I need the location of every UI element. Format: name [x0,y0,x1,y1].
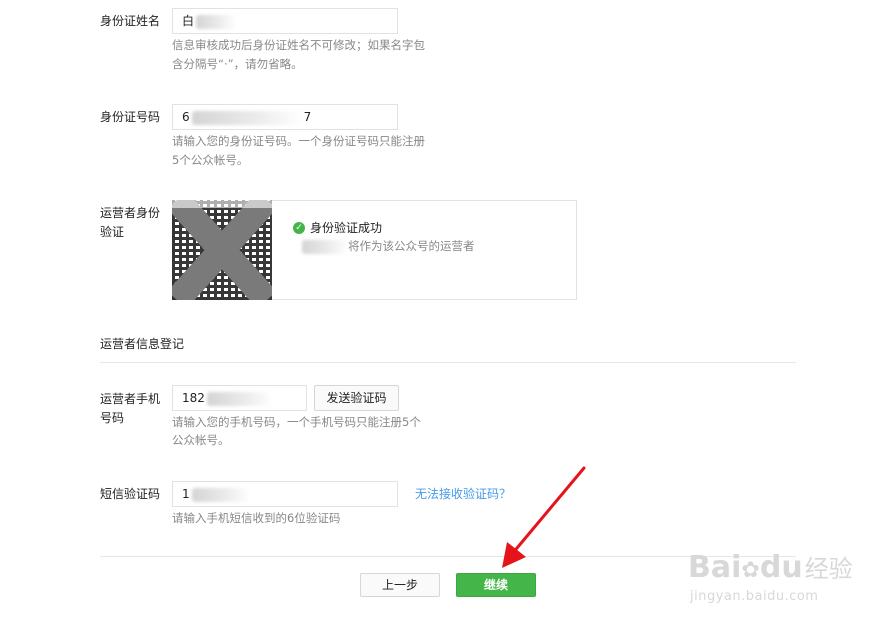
operator-name-blur [302,239,348,254]
phone-blur [206,391,273,406]
id-number-hint-1: 请输入您的身份证号码。一个身份证号码只能注册 [172,134,425,148]
sms-hint: 请输入手机短信收到的6位验证码 [172,511,341,525]
id-name-label: 身份证姓名 [100,14,161,28]
id-number-value-end: 7 [303,110,312,124]
phone-label-1: 运营者手机 [100,392,161,406]
id-name-blur [196,14,237,29]
phone-hint-1: 请输入您的手机号码，一个手机号码只能注册5个 [172,415,421,429]
watermark-url: jingyan.baidu.com [690,589,819,604]
id-number-value-start: 6 [182,110,190,124]
id-number-hint-2: 5个公众帐号。 [172,153,249,167]
send-code-button[interactable]: 发送验证码 [314,385,399,411]
qr-white-margin [172,200,272,208]
verify-desc-row: 将作为该公众号的运营者 [300,236,475,256]
watermark-brand-suffix: du [759,550,803,585]
sms-value: 1 [182,487,190,501]
sms-code-input[interactable]: 1 [172,481,398,507]
success-check-icon: ✓ [293,222,305,234]
prev-step-button[interactable]: 上一步 [360,573,440,597]
phone-input[interactable]: 182 [172,385,307,411]
watermark-brand: Bai [688,550,742,585]
operator-verify-label-2: 验证 [100,225,125,239]
id-number-blur [191,110,302,125]
qr-cross-mark [172,200,272,300]
sms-blur [191,487,250,502]
id-name-hint-1: 信息审核成功后身份证姓名不可修改；如果名字包 [172,38,425,52]
watermark-logo: Bai✿du经验 [688,548,858,588]
watermark-product: 经验 [804,555,853,583]
paw-icon: ✿ [741,558,760,583]
id-name-hint-2: 含分隔号“·”，请勿省略。 [172,57,303,71]
annotation-arrow [502,466,586,568]
section-title: 运营者信息登记 [100,337,185,351]
id-name-input[interactable]: 白 [172,8,398,34]
verify-success-desc: 将作为该公众号的运营者 [348,239,475,253]
phone-label-2: 号码 [100,411,125,425]
qr-code-image [172,200,272,300]
phone-hint-2: 公众帐号。 [172,433,230,447]
phone-value: 182 [182,391,205,405]
id-number-input[interactable]: 67 [172,104,398,130]
id-name-value: 白 [182,14,195,28]
sms-label: 短信验证码 [100,487,161,501]
operator-verify-label-1: 运营者身份 [100,206,161,220]
verify-success-title: 身份验证成功 [310,221,383,235]
id-number-label: 身份证号码 [100,110,161,124]
section-divider [100,362,796,363]
